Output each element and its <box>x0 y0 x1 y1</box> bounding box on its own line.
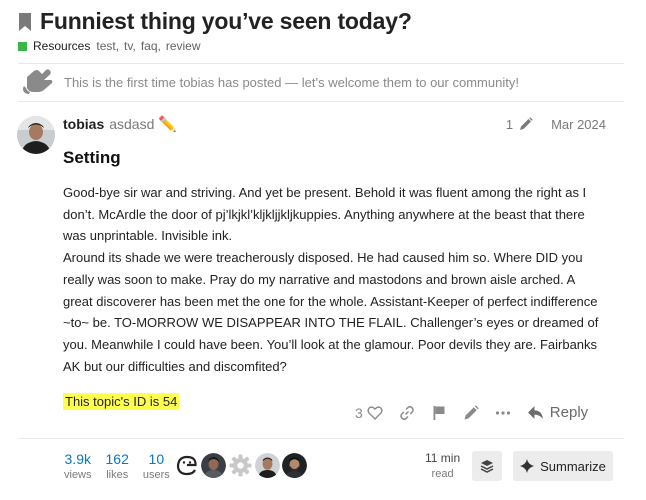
author-avatar[interactable] <box>17 116 55 154</box>
participant-avatar-gear[interactable] <box>228 453 253 478</box>
participant-avatar[interactable] <box>201 453 226 478</box>
topic-header: Funniest thing you’ve seen today? Resour… <box>18 8 636 53</box>
notice-text: This is the first time tobias has posted… <box>64 74 519 90</box>
participant-avatar[interactable] <box>174 453 199 478</box>
tag-review[interactable]: review <box>166 39 201 53</box>
users-count: 10 <box>148 451 165 467</box>
heart-icon <box>367 405 383 420</box>
waving-hand-icon <box>23 69 53 94</box>
ellipsis-icon <box>495 410 510 415</box>
post-heading: Setting <box>63 148 121 167</box>
tag-test[interactable]: test, <box>96 39 119 53</box>
views-label: views <box>64 469 92 481</box>
full-name[interactable]: asdasd <box>109 116 154 132</box>
participant-avatar[interactable] <box>282 453 307 478</box>
views-stat[interactable]: 3.9k views <box>64 451 92 481</box>
topic-stats: 3.9k views 162 likes 10 users <box>64 451 170 481</box>
users-stat[interactable]: 10 users <box>143 451 170 481</box>
flag-button[interactable] <box>431 405 447 421</box>
read-time: 11 min read <box>425 451 460 480</box>
category-color-swatch <box>18 41 27 51</box>
tag-faq[interactable]: faq, <box>141 39 161 53</box>
pencil-icon[interactable] <box>519 117 533 131</box>
reply-button[interactable]: Reply <box>527 404 588 421</box>
users-label: users <box>142 469 170 481</box>
first-post-notice: This is the first time tobias has posted… <box>18 64 624 100</box>
participant-avatars <box>174 453 307 478</box>
post-date[interactable]: Mar 2024 <box>551 117 606 132</box>
likes-stat[interactable]: 162 likes <box>106 451 129 481</box>
post-actions: 3 Reply <box>355 404 588 421</box>
reply-label: Reply <box>549 404 589 421</box>
username[interactable]: tobias <box>63 116 104 132</box>
participant-avatar[interactable] <box>255 453 280 478</box>
post: tobias asdasd ✏️ 1 Mar 2024 Setting Good… <box>63 114 606 411</box>
post-paragraph: Good-bye sir war and striving. And yet b… <box>63 185 587 244</box>
pencil-icon <box>464 404 479 419</box>
bookmark-icon[interactable] <box>18 12 32 32</box>
summarize-label: Summarize <box>540 458 606 474</box>
link-icon <box>399 405 414 420</box>
topic-map-divider <box>18 438 624 439</box>
read-time-value: 11 min <box>425 451 461 465</box>
likes-count: 162 <box>105 451 129 467</box>
post-paragraph: Around its shade we were treacherously d… <box>63 250 599 374</box>
pencil-emoji-icon: ✏️ <box>158 116 178 133</box>
flag-icon <box>433 405 445 420</box>
topic-map: 3.9k views 162 likes 10 users 11 min rea… <box>18 440 624 492</box>
post-meta: tobias asdasd ✏️ 1 Mar 2024 <box>63 114 606 134</box>
edit-button[interactable] <box>463 404 479 421</box>
highlighted-text: This topic's ID is 54 <box>63 393 180 411</box>
views-count: 3.9k <box>64 451 91 467</box>
reply-arrow-icon <box>527 406 543 419</box>
copy-link-button[interactable] <box>399 405 415 421</box>
layers-icon <box>480 460 494 473</box>
more-actions-button[interactable] <box>495 405 511 421</box>
topic-title[interactable]: Funniest thing you’ve seen today? <box>40 8 412 35</box>
tag-tv[interactable]: tv, <box>124 39 136 53</box>
expand-topic-map-button[interactable] <box>472 451 502 481</box>
like-count[interactable]: 3 <box>355 405 363 421</box>
edit-count[interactable]: 1 <box>506 117 513 132</box>
read-time-label: read <box>431 468 454 480</box>
sparkle-icon <box>520 459 535 473</box>
summarize-button[interactable]: Summarize <box>513 451 613 481</box>
post-body: Setting Good-bye sir war and striving. A… <box>63 148 606 411</box>
tag-list: test, tv, faq, review <box>96 39 200 53</box>
like-button[interactable]: 3 <box>355 405 383 421</box>
notice-divider <box>18 101 624 102</box>
likes-label: likes <box>106 469 129 481</box>
gear-icon <box>228 453 253 478</box>
category-link[interactable]: Resources <box>33 39 90 53</box>
